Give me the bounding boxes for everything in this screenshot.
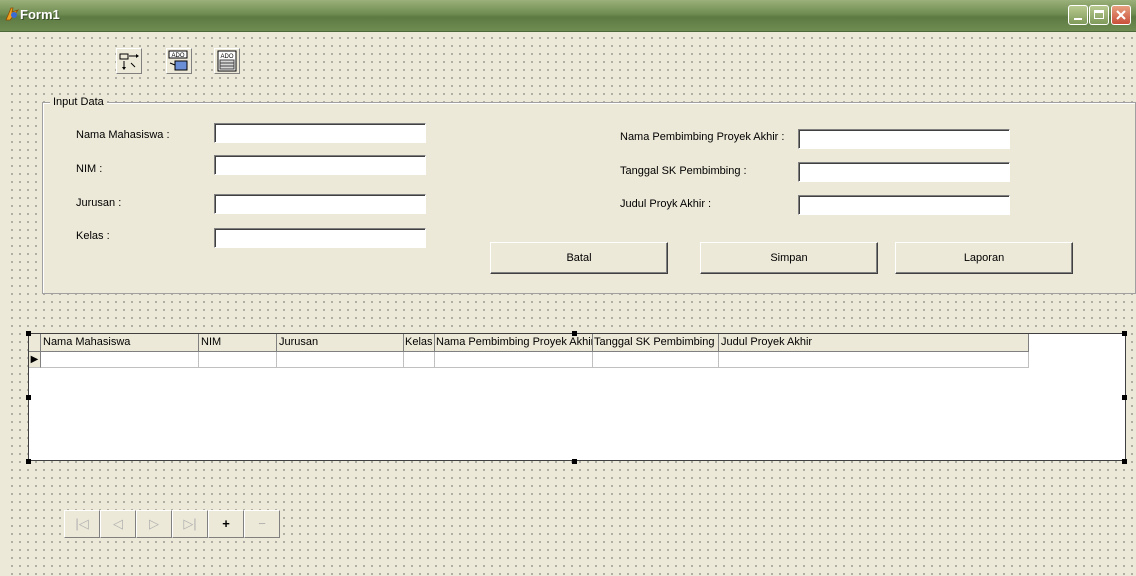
current-row-arrow-icon: ▶	[30, 354, 39, 365]
app-icon	[5, 7, 20, 21]
table-cell[interactable]	[593, 352, 719, 368]
plus-icon: +	[222, 516, 230, 531]
resize-handle[interactable]	[572, 459, 577, 464]
nav-first-button[interactable]: |◁	[64, 510, 100, 538]
minimize-button[interactable]	[1068, 5, 1088, 25]
column-header-kelas[interactable]: Kelas	[404, 334, 435, 352]
row-indicator: ▶	[29, 352, 41, 368]
minimize-icon	[1074, 18, 1082, 20]
ado-table-caption: ADO	[220, 54, 233, 60]
window-title: Form1	[20, 7, 60, 22]
resize-handle[interactable]	[1122, 459, 1127, 464]
kelas-field[interactable]	[214, 228, 426, 248]
maximize-button[interactable]	[1089, 5, 1109, 25]
nim-label: NIM :	[76, 163, 103, 175]
groupbox-title: Input Data	[50, 96, 107, 108]
table-row[interactable]: ▶	[29, 352, 1029, 368]
tanggal-sk-field[interactable]	[798, 162, 1010, 182]
nama-pembimbing-label: Nama Pembimbing Proyek Akhir :	[620, 131, 785, 143]
ado-table-icon[interactable]: ADO	[214, 48, 240, 74]
grid-header: Nama Mahasiswa NIM Jurusan Kelas Nama Pe…	[29, 334, 1029, 352]
table-cell[interactable]	[719, 352, 1029, 368]
table-cell[interactable]	[199, 352, 277, 368]
form-client-area: ADO ADO Input Data Nama Mahasiswa : NIM …	[6, 32, 1136, 576]
close-icon	[1116, 10, 1126, 20]
jurusan-label: Jurusan :	[76, 197, 122, 209]
prior-record-icon: ◁	[113, 516, 123, 531]
data-grid[interactable]: Nama Mahasiswa NIM Jurusan Kelas Nama Pe…	[28, 333, 1126, 461]
kelas-label: Kelas :	[76, 230, 110, 242]
simpan-button[interactable]: Simpan	[700, 242, 878, 274]
nav-prior-button[interactable]: ◁	[100, 510, 136, 538]
column-header-jurusan[interactable]: Jurusan	[277, 334, 404, 352]
column-header-nama-pembimbing[interactable]: Nama Pembimbing Proyek Akhir	[435, 334, 593, 352]
maximize-icon	[1094, 10, 1104, 19]
nav-delete-button[interactable]: −	[244, 510, 280, 538]
nama-pembimbing-field[interactable]	[798, 129, 1010, 149]
resize-handle[interactable]	[572, 331, 577, 336]
batal-button[interactable]: Batal	[490, 242, 668, 274]
close-button[interactable]	[1111, 5, 1131, 25]
nama-mahasiswa-label: Nama Mahasiswa :	[76, 129, 170, 141]
arrows-icon	[119, 53, 139, 70]
table-cell[interactable]	[41, 352, 199, 368]
nav-last-button[interactable]: ▷|	[172, 510, 208, 538]
resize-handle[interactable]	[1122, 331, 1127, 336]
title-bar[interactable]: Form1	[0, 0, 1136, 32]
column-header-tanggal-sk[interactable]: Tanggal SK Pembimbing	[593, 334, 719, 352]
resize-handle[interactable]	[1122, 395, 1127, 400]
data-movement-icon[interactable]	[116, 48, 142, 74]
resize-handle[interactable]	[26, 331, 31, 336]
tanggal-sk-label: Tanggal SK Pembimbing :	[620, 165, 747, 177]
table-cell[interactable]	[277, 352, 404, 368]
judul-proyek-label: Judul Proyk Akhir :	[620, 198, 712, 210]
table-cell[interactable]	[404, 352, 435, 368]
ado-table-glyph: ADO	[217, 50, 237, 72]
table-cell[interactable]	[435, 352, 593, 368]
nav-insert-button[interactable]: +	[208, 510, 244, 538]
nav-next-button[interactable]: ▷	[136, 510, 172, 538]
nama-mahasiswa-field[interactable]	[214, 123, 426, 143]
jurusan-field[interactable]	[214, 194, 426, 214]
column-header-nama-mahasiswa[interactable]: Nama Mahasiswa	[41, 334, 199, 352]
ado-caption: ADO	[171, 53, 184, 59]
nim-field[interactable]	[214, 155, 426, 175]
resize-handle[interactable]	[26, 395, 31, 400]
column-header-nim[interactable]: NIM	[199, 334, 277, 352]
grid-indicator-header	[29, 334, 41, 352]
laporan-button[interactable]: Laporan	[895, 242, 1073, 274]
resize-handle[interactable]	[26, 459, 31, 464]
last-record-icon: ▷|	[183, 516, 197, 531]
minus-icon: −	[258, 516, 266, 531]
first-record-icon: |◁	[75, 516, 89, 531]
column-header-judul-proyek[interactable]: Judul Proyek Akhir	[719, 334, 1029, 352]
ado-connection-glyph: ADO	[168, 50, 188, 71]
judul-proyek-field[interactable]	[798, 195, 1010, 215]
form-window: Form1 ADO ADO Input Data Nama Mahasiswa …	[0, 0, 1136, 576]
next-record-icon: ▷	[149, 516, 159, 531]
ado-connection-icon[interactable]: ADO	[166, 48, 192, 74]
